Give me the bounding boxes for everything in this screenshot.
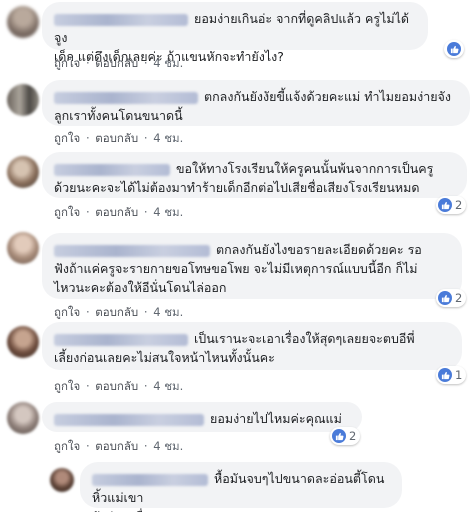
comment-text: ยอมง่ายไปไหมค่ะคุณแม่ <box>210 411 342 426</box>
reaction-count: 2 <box>455 198 463 212</box>
timestamp[interactable]: 4 ชม. <box>153 205 183 219</box>
like-icon <box>438 368 452 382</box>
like-icon <box>438 198 452 212</box>
avatar[interactable] <box>7 6 39 38</box>
avatar[interactable] <box>50 468 74 492</box>
reaction-badge[interactable] <box>444 40 464 58</box>
timestamp[interactable]: 4 ชม. <box>153 439 183 453</box>
separator: · <box>143 131 148 145</box>
author-name-redacted[interactable] <box>54 13 188 26</box>
timestamp[interactable]: 4 ชม. <box>153 131 183 145</box>
comment-bubble: ตกลงกันยังงัยขี้แจ้งด้วยคะแม่ ทำไมยอมง่า… <box>42 80 470 126</box>
like-link[interactable]: ถูกใจ <box>54 56 80 70</box>
separator: · <box>143 56 148 70</box>
comment-actions: ถูกใจ · ตอบกลับ · 4 ชม. <box>54 55 185 73</box>
timestamp[interactable]: 4 ชม. <box>153 379 183 393</box>
reply-link[interactable]: ตอบกลับ <box>95 439 138 453</box>
comment-bubble: ยอมง่ายเกินอ่ะ จากที่ดูคลิปแล้ว ครูไม่ได… <box>42 2 428 64</box>
author-name-redacted[interactable] <box>54 163 170 176</box>
author-name-redacted[interactable] <box>54 244 210 257</box>
avatar[interactable] <box>7 402 39 434</box>
comment-actions: ถูกใจ · ตอบกลับ · 4 ชม. <box>54 304 185 322</box>
separator: · <box>143 205 148 219</box>
timestamp[interactable]: 4 ชม. <box>153 305 183 319</box>
timestamp[interactable]: 4 ชม. <box>153 56 183 70</box>
separator: · <box>143 305 148 319</box>
comment-actions: ถูกใจ · ตอบกลับ · 4 ชม. <box>54 130 185 148</box>
comment-actions: ถูกใจ · ตอบกลับ · 4 ชม. <box>54 378 185 396</box>
reaction-badge[interactable]: 2 <box>330 427 361 445</box>
author-name-redacted[interactable] <box>54 413 204 426</box>
like-link[interactable]: ถูกใจ <box>54 439 80 453</box>
reaction-count: 2 <box>349 429 357 443</box>
separator: · <box>85 439 90 453</box>
avatar[interactable] <box>7 156 39 188</box>
separator: · <box>85 205 90 219</box>
comment-bubble: เป็นเรานะจะเอาเรื่องให้สุดๆเลยยจะตบอีพี่… <box>42 322 462 370</box>
like-link[interactable]: ถูกใจ <box>54 131 80 145</box>
comment-bubble: ยอมง่ายไปไหมค่ะคุณแม่ <box>42 402 362 432</box>
reaction-badge[interactable]: 2 <box>436 289 467 307</box>
separator: · <box>85 131 90 145</box>
like-icon <box>438 291 452 305</box>
avatar[interactable] <box>7 326 39 358</box>
reply-link[interactable]: ตอบกลับ <box>95 205 138 219</box>
reply-comment: หื้อมันจบๆไปขนาดละอ่อนตี้โดนหิ้วแม่เขา ย… <box>0 462 473 512</box>
reaction-count: 1 <box>455 368 463 382</box>
reply-link[interactable]: ตอบกลับ <box>95 305 138 319</box>
reply-link[interactable]: ตอบกลับ <box>95 131 138 145</box>
separator: · <box>85 379 90 393</box>
avatar[interactable] <box>7 232 39 264</box>
reaction-badge[interactable]: 1 <box>436 366 467 384</box>
reaction-count: 2 <box>455 291 463 305</box>
comment-bubble: ตกลงกันยังไงขอรายละเอียดด้วยคะ รอ ฟังถ้า… <box>42 233 462 299</box>
like-icon <box>447 42 461 56</box>
like-icon <box>332 429 346 443</box>
like-link[interactable]: ถูกใจ <box>54 379 80 393</box>
reply-link[interactable]: ตอบกลับ <box>95 56 138 70</box>
reaction-badge[interactable]: 2 <box>436 196 467 214</box>
like-link[interactable]: ถูกใจ <box>54 305 80 319</box>
author-name-redacted[interactable] <box>92 473 208 486</box>
comment-bubble: ขอให้ทางโรงเรียนให้ครูคนนั้นพ้นจากการเป็… <box>42 152 467 198</box>
avatar[interactable] <box>7 84 39 116</box>
separator: · <box>85 305 90 319</box>
author-name-redacted[interactable] <box>54 91 198 104</box>
reply-link[interactable]: ตอบกลับ <box>95 379 138 393</box>
separator: · <box>143 379 148 393</box>
author-name-redacted[interactable] <box>54 333 188 346</box>
comment-actions: ถูกใจ · ตอบกลับ · 4 ชม. <box>54 438 185 456</box>
comment-actions: ถูกใจ · ตอบกลับ · 4 ชม. <box>54 204 185 222</box>
separator: · <box>143 439 148 453</box>
like-link[interactable]: ถูกใจ <box>54 205 80 219</box>
separator: · <box>85 56 90 70</box>
comment-bubble: หื้อมันจบๆไปขนาดละอ่อนตี้โดนหิ้วแม่เขา ย… <box>80 462 402 512</box>
